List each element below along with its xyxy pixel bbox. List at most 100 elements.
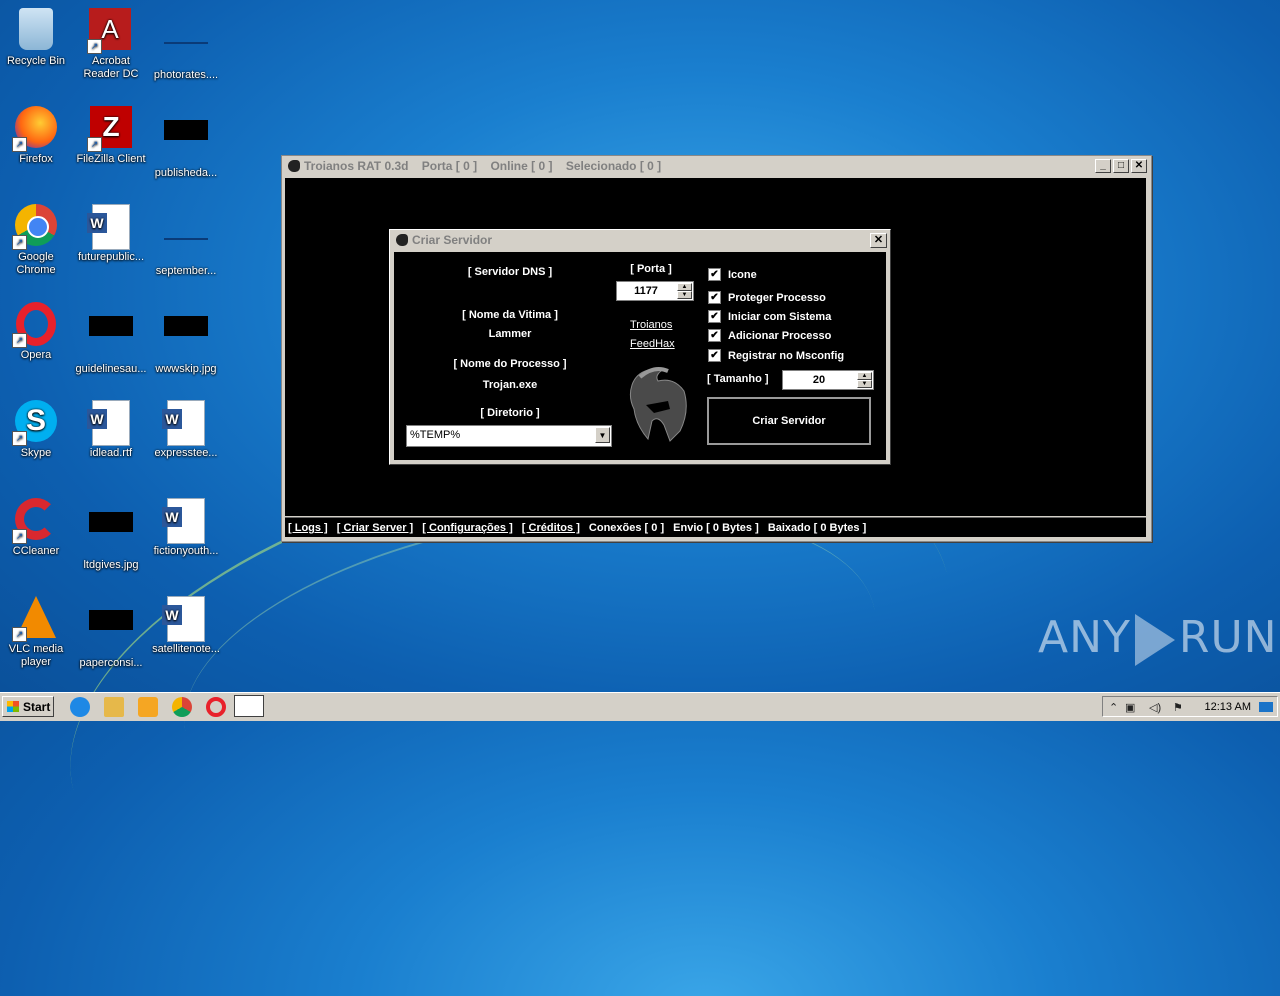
- desktop-icon-futurepublic[interactable]: futurepublic...: [71, 204, 151, 264]
- conexoes-status: Conexões [ 0 ]: [588, 522, 665, 534]
- desktop-icon-wwwskip[interactable]: wwwskip.jpg: [146, 302, 226, 376]
- ccleaner-icon: ↗: [12, 498, 58, 544]
- start-button[interactable]: Start: [2, 696, 54, 717]
- spartan-helmet-icon: [629, 367, 687, 442]
- criar-server-link[interactable]: [ Criar Server ]: [337, 522, 413, 534]
- show-hidden-icons[interactable]: ⌃: [1109, 701, 1118, 714]
- show-desktop-button[interactable]: [1259, 702, 1273, 712]
- porta-stepper[interactable]: 1177 ▲ ▼: [616, 281, 694, 301]
- desktop-icon-ltdgives[interactable]: ltdgives.jpg: [71, 498, 151, 572]
- proteger-processo-checkbox[interactable]: ✔ Proteger Processo: [708, 291, 826, 304]
- media-player-icon[interactable]: [138, 697, 158, 717]
- checkmark-icon: ✔: [708, 329, 721, 342]
- file-icon: [164, 120, 208, 164]
- ie-icon[interactable]: [70, 697, 90, 717]
- taskbar: Start ⌃ ▣ ◁) ⚑ 12:13 AM: [0, 692, 1280, 721]
- troianos-taskbar-button[interactable]: [234, 695, 264, 717]
- volume-icon[interactable]: ◁): [1149, 701, 1161, 714]
- word-doc-icon: [162, 596, 208, 642]
- close-button[interactable]: ✕: [1131, 159, 1147, 173]
- checkmark-icon: ✔: [708, 310, 721, 323]
- helmet-icon: [396, 234, 408, 246]
- tamanho-stepper[interactable]: 20 ▲ ▼: [782, 370, 874, 390]
- spin-up-icon[interactable]: ▲: [677, 283, 692, 291]
- chrome-taskbar-icon[interactable]: [172, 697, 192, 717]
- maximize-button[interactable]: □: [1113, 159, 1129, 173]
- desktop-icon-recycle-bin[interactable]: Recycle Bin: [0, 8, 76, 68]
- troianos-link[interactable]: Troianos: [630, 319, 672, 331]
- status-bar: [ Logs ] [ Criar Server ] [ Configuraçõe…: [285, 517, 1146, 537]
- flag-icon[interactable]: ⚑: [1173, 701, 1183, 714]
- desktop-icon-filezilla[interactable]: Z ↗ FileZilla Client: [71, 106, 151, 166]
- opera-icon: ↗: [12, 302, 58, 348]
- word-doc-icon: [162, 498, 208, 544]
- window-titlebar[interactable]: Troianos RAT 0.3d Porta [ 0 ] Online [ 0…: [282, 156, 1151, 176]
- image-file-icon: [164, 316, 208, 360]
- desktop-icon-paperconsi[interactable]: paperconsi...: [71, 596, 151, 670]
- desktop-icon-chrome[interactable]: ↗ Google Chrome: [0, 204, 76, 277]
- registrar-msconfig-checkbox[interactable]: ✔ Registrar no Msconfig: [708, 349, 844, 362]
- registrar-msconfig-label: Registrar no Msconfig: [728, 349, 845, 362]
- diretorio-value: %TEMP%: [410, 429, 461, 441]
- spin-up-icon[interactable]: ▲: [857, 372, 872, 380]
- checkmark-icon: ✔: [708, 268, 721, 281]
- tamanho-label: [ Tamanho ]: [707, 373, 769, 385]
- opera-taskbar-icon[interactable]: [206, 697, 226, 717]
- dialog-title: Criar Servidor: [412, 233, 493, 247]
- explorer-icon[interactable]: [104, 697, 124, 717]
- iniciar-sistema-checkbox[interactable]: ✔ Iniciar com Sistema: [708, 310, 831, 323]
- desktop-icon-ccleaner[interactable]: ↗ CCleaner: [0, 498, 76, 558]
- porta-label: [ Porta ]: [630, 263, 672, 275]
- word-doc-icon: [87, 204, 133, 250]
- logs-link[interactable]: [ Logs ]: [288, 522, 328, 534]
- dialog-body: [ Servidor DNS ] [ Nome da Vitima ] Lamm…: [394, 252, 886, 460]
- anyrun-watermark: ANY RUN: [1038, 612, 1278, 666]
- nome-processo-value[interactable]: Trojan.exe: [406, 379, 614, 391]
- image-file-icon: [89, 512, 133, 556]
- tamanho-value: 20: [812, 374, 826, 386]
- feedhax-link[interactable]: FeedHax: [630, 338, 675, 350]
- diretorio-label: [ Diretorio ]: [480, 407, 540, 419]
- diretorio-select[interactable]: %TEMP% ▼: [406, 425, 612, 447]
- desktop-icon-idlead[interactable]: idlead.rtf: [71, 400, 151, 460]
- adicionar-processo-checkbox[interactable]: ✔ Adicionar Processo: [708, 329, 831, 342]
- icone-label: Icone: [728, 268, 757, 281]
- servidor-dns-label[interactable]: [ Servidor DNS ]: [406, 266, 614, 278]
- spin-down-icon[interactable]: ▼: [677, 291, 692, 299]
- chevron-down-icon[interactable]: ▼: [595, 427, 610, 443]
- proteger-processo-label: Proteger Processo: [728, 291, 826, 304]
- desktop-icon-acrobat[interactable]: A ↗ Acrobat Reader DC: [71, 8, 151, 81]
- creditos-link[interactable]: [ Créditos ]: [522, 522, 580, 534]
- skype-icon: S ↗: [12, 400, 58, 446]
- recycle-bin-icon: [14, 8, 58, 52]
- desktop-icon-skype[interactable]: S ↗ Skype: [0, 400, 76, 460]
- desktop-icon-photorates[interactable]: photorates....: [146, 8, 226, 82]
- desktop-icon-expresstee[interactable]: expresstee...: [146, 400, 226, 460]
- icone-checkbox[interactable]: ✔ Icone: [708, 268, 757, 281]
- dialog-close-button[interactable]: ✕: [870, 233, 887, 248]
- word-doc-icon: [87, 400, 133, 446]
- desktop-icon-guidelines[interactable]: guidelinesau...: [71, 302, 151, 376]
- file-icon: [164, 218, 208, 262]
- acrobat-icon: A ↗: [87, 8, 133, 54]
- clock[interactable]: 12:13 AM: [1205, 701, 1251, 713]
- file-icon: [89, 610, 133, 654]
- desktop-icon-vlc[interactable]: ↗ VLC media player: [0, 596, 76, 669]
- desktop-icon-satellitenote[interactable]: satellitenote...: [146, 596, 226, 656]
- helmet-icon: [288, 160, 300, 172]
- spin-down-icon[interactable]: ▼: [857, 380, 872, 388]
- desktop-icon-opera[interactable]: ↗ Opera: [0, 302, 76, 362]
- criar-servidor-button[interactable]: Criar Servidor: [707, 397, 871, 445]
- porta-value: 1177: [634, 285, 658, 297]
- network-icon[interactable]: ▣: [1125, 701, 1135, 714]
- nome-vitima-value[interactable]: Lammer: [406, 328, 614, 340]
- chrome-icon: ↗: [12, 204, 58, 250]
- desktop-icon-firefox[interactable]: ↗ Firefox: [0, 106, 76, 166]
- desktop-icon-september[interactable]: september...: [146, 204, 226, 278]
- desktop-icon-publisheda[interactable]: publisheda...: [146, 106, 226, 180]
- baixado-status: Baixado [ 0 Bytes ]: [767, 522, 867, 534]
- configuracoes-link[interactable]: [ Configurações ]: [422, 522, 512, 534]
- minimize-button[interactable]: _: [1095, 159, 1111, 173]
- desktop-icon-fictionyouth[interactable]: fictionyouth...: [146, 498, 226, 558]
- dialog-titlebar[interactable]: Criar Servidor ✕: [390, 230, 890, 250]
